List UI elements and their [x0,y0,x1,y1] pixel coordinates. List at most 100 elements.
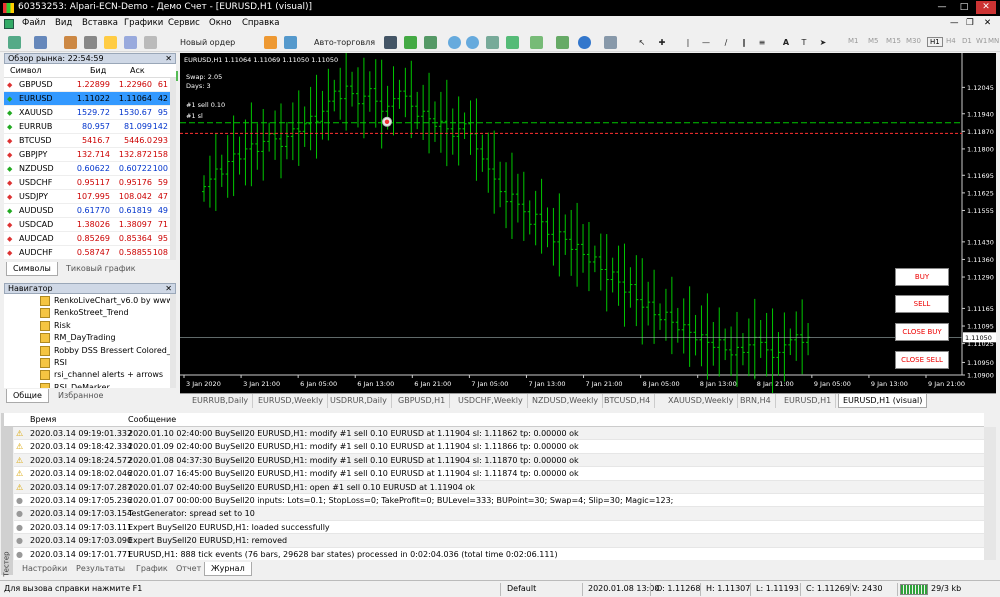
navigator-icon[interactable] [104,36,117,49]
navigator-item[interactable]: RenkoLiveChart_v6.0 by www.c [4,295,170,307]
market-watch-row[interactable]: ◆ AUDCAD 0.85269 0.85364 95 [4,232,170,246]
mdi-minimize-button[interactable]: — [950,18,959,28]
menu-file[interactable]: Файл [22,18,45,28]
menu-help[interactable]: Справка [242,18,279,28]
indicators-icon[interactable] [556,36,569,49]
market-watch-row[interactable]: ◆ USDJPY 107.995 108.042 47 [4,190,170,204]
chart-tab[interactable]: EURUSD,H1 [780,394,837,408]
navigator-close-icon[interactable]: ✕ [165,284,172,294]
fibonacci-icon[interactable]: ≡ [756,35,768,50]
templates-icon[interactable] [604,36,617,49]
chart-tab[interactable]: BTCUSD,H4 [600,394,656,408]
maximize-button[interactable]: □ [954,1,974,14]
timeframe-h4[interactable]: H4 [946,37,956,45]
navigator-item[interactable]: RSI [4,357,170,369]
buy-button[interactable]: BUY [895,268,949,286]
timeframe-m15[interactable]: M15 [886,37,901,45]
navigator-item[interactable]: rsi_channel alerts + arrows [4,369,170,381]
mdi-restore-button[interactable]: ❐ [966,18,974,28]
market-watch-row[interactable]: ◆ AUDUSD 0.61770 0.61819 49 [4,204,170,218]
tile-windows-icon[interactable] [486,36,499,49]
navigator-item[interactable]: Risk [4,320,170,332]
timeframe-w1[interactable]: W1 [976,37,987,45]
timeframe-m5[interactable]: M5 [868,37,879,45]
tab-settings[interactable]: Настройки [16,562,73,576]
close-button[interactable]: ✕ [976,1,996,14]
chart-shift-icon[interactable] [530,36,543,49]
menu-window[interactable]: Окно [209,18,232,28]
close-buy-button[interactable]: CLOSE BUY [895,323,949,341]
price-chart[interactable]: 1.12045 1.11940 1.11870 1.11800 1.11695 1.116… [180,53,996,393]
market-watch-icon[interactable] [64,36,77,49]
new-chart-icon[interactable] [8,36,21,49]
tab-report[interactable]: Отчет [170,562,207,576]
new-order-button[interactable]: Новый ордер [166,35,235,50]
market-watch-row[interactable]: ◆ USDCHF 0.95117 0.95176 59 [4,176,170,190]
market-watch-row[interactable]: ◆ GBPJPY 132.714 132.872 158 [4,148,170,162]
chart-tab[interactable]: NZDUSD,Weekly [528,394,604,408]
journal-row[interactable]: ● 2020.03.14 09:17:03.154 TestGenerator: s… [14,507,984,521]
market-watch-row[interactable]: ◆ GBPUSD 1.22899 1.22960 61 [4,78,170,92]
market-watch-close-icon[interactable]: ✕ [165,54,172,64]
trendline-icon[interactable]: ∕ [720,35,732,50]
journal-row[interactable]: ● 2020.03.14 09:17:05.236 2020.01.07 00:00… [14,494,984,508]
chart-tab[interactable]: USDRUR,Daily [326,394,392,408]
chart-tab[interactable]: GBPUSD,H1 [394,394,451,408]
column-symbol[interactable]: Символ [10,66,42,75]
journal-column-message[interactable]: Сообщение [128,415,176,424]
menu-tools[interactable]: Сервис [168,18,200,28]
journal-row[interactable]: ● 2020.03.14 09:17:01.771 EURUSD,H1: 888 t… [14,548,984,560]
column-bid[interactable]: Бид [90,66,106,75]
line-chart-icon[interactable] [424,36,437,49]
autotrading-button[interactable]: Авто-торговля [300,35,375,50]
market-watch-row[interactable]: ◆ BTCUSD 5416.7 5446.0 293 [4,134,170,148]
sell-button[interactable]: SELL [895,295,949,313]
menu-insert[interactable]: Вставка [82,18,118,28]
chart-tab[interactable]: USDCHF,Weekly [454,394,528,408]
arrows-icon[interactable]: ➤ [816,35,830,50]
journal-row[interactable]: ⚠ 2020.03.14 09:19:01.332 2020.01.10 02:40… [14,427,984,441]
navigator-scrollbar[interactable] [170,294,176,388]
autoscroll-icon[interactable] [506,36,519,49]
market-watch-row[interactable]: ◆ XAUUSD 1529.72 1530.67 95 [4,106,170,120]
horizontal-line-icon[interactable]: — [700,35,712,50]
timeframe-m1[interactable]: M1 [848,37,859,45]
market-watch-row[interactable]: ◆ AUDCHF 0.58747 0.58855 108 [4,246,170,260]
minimize-button[interactable]: — [932,1,952,14]
cursor-icon[interactable]: ↖ [636,35,648,50]
vertical-line-icon[interactable]: | [682,35,694,50]
journal-column-time[interactable]: Время [30,415,56,424]
text-icon[interactable]: A [780,35,792,50]
timeframe-h1[interactable]: H1 [927,37,943,47]
bar-chart-icon[interactable] [384,36,397,49]
tab-graph[interactable]: График [130,562,174,576]
terminal-icon[interactable] [124,36,137,49]
menu-charts[interactable]: Графики [124,18,163,28]
tab-journal[interactable]: Журнал [204,562,252,576]
journal-row[interactable]: ⚠ 2020.03.14 09:17:07.287 2020.01.07 02:40… [14,480,984,494]
navigator-item[interactable]: RM_DayTrading [4,332,170,344]
tester-icon[interactable] [144,36,157,49]
market-watch-row[interactable]: ◆ EURUSD 1.11022 1.11064 42 [4,92,170,106]
journal-row[interactable]: ⚠ 2020.03.14 09:18:24.572 2020.01.08 04:37… [14,453,984,468]
data-window-icon[interactable] [84,36,97,49]
journal-row[interactable]: ● 2020.03.14 09:17:03.111 Expert BuySell20… [14,521,984,535]
chart-tab[interactable]: EURRUB,Daily [188,394,254,408]
channel-icon[interactable]: ∥ [738,35,750,50]
column-ask[interactable]: Аск [130,66,145,75]
menu-view[interactable]: Вид [55,18,72,28]
zoom-in-icon[interactable] [448,36,461,49]
journal-scrollbar[interactable] [984,427,996,560]
market-watch-scrollbar[interactable] [170,78,176,260]
profiles-icon[interactable] [34,36,47,49]
text-label-icon[interactable]: T [798,35,810,50]
tab-common[interactable]: Общие [6,389,49,403]
mdi-close-button[interactable]: ✕ [984,18,991,28]
timeframe-mn[interactable]: MN [988,37,999,45]
tab-tick-chart[interactable]: Тиковый график [60,262,142,276]
tab-favorites[interactable]: Избранное [52,389,109,403]
metaeditor-icon[interactable] [264,36,277,49]
signals-icon[interactable] [284,36,297,49]
navigator-item[interactable]: Robby DSS Bressert Colored_A [4,345,170,357]
journal-row[interactable]: ⚠ 2020.03.14 09:18:02.046 2020.01.07 16:45… [14,467,984,481]
